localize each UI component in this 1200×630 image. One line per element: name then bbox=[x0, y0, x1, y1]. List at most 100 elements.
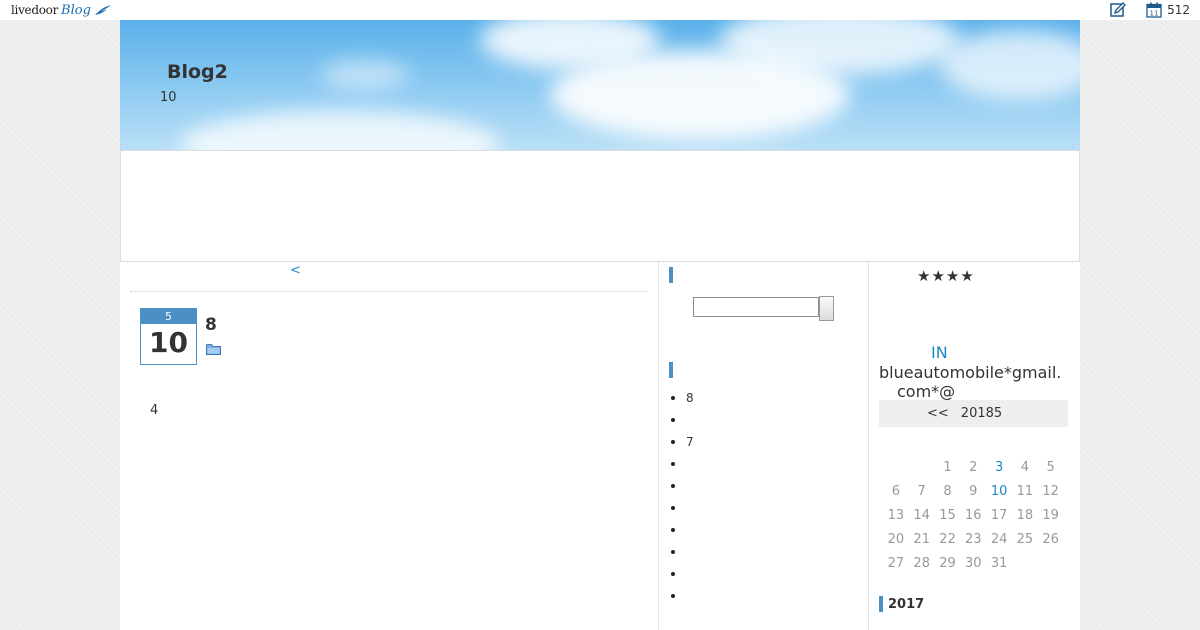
section-heading-mark bbox=[669, 362, 673, 378]
bullet bbox=[671, 550, 675, 554]
recent-articles-list: 8 7 bbox=[671, 387, 694, 607]
in-link[interactable]: IN bbox=[931, 343, 948, 362]
sidebar-middle: 8 7 bbox=[658, 262, 868, 630]
calendar-day: 21 bbox=[913, 531, 930, 547]
calendar-day: 29 bbox=[939, 555, 956, 571]
calendar-month-label: 20185 bbox=[960, 406, 1003, 421]
count-label: 512 bbox=[1167, 3, 1190, 17]
calendar-day: 24 bbox=[990, 531, 1008, 547]
list-item[interactable] bbox=[671, 585, 694, 607]
calendar-header: << 20185 bbox=[879, 400, 1068, 427]
calendar-week-row: 1 2345 bbox=[883, 455, 1065, 479]
list-item[interactable] bbox=[671, 409, 694, 431]
calendar-day: 14 bbox=[913, 507, 930, 523]
calendar-day: 2 bbox=[969, 459, 978, 475]
entry-date-month: 5 bbox=[141, 309, 196, 324]
edit-icon[interactable] bbox=[1110, 2, 1127, 18]
calendar-day: 13 bbox=[887, 507, 905, 523]
rating-stars: ★★★★ bbox=[917, 267, 975, 285]
list-item-label: 7 bbox=[686, 435, 694, 449]
calendar-day: 20 bbox=[887, 531, 905, 547]
calendar-day: 30 bbox=[965, 555, 982, 571]
blog-title[interactable]: Blog2 bbox=[167, 61, 228, 83]
bullet bbox=[671, 484, 675, 488]
list-item[interactable] bbox=[671, 497, 694, 519]
calendar-count[interactable]: 11 512 bbox=[1146, 2, 1190, 18]
calendar-day: 18 bbox=[1016, 507, 1034, 523]
calendar-week-row: 13 14 15 16 17 18 19 bbox=[883, 503, 1065, 527]
list-item[interactable]: 7 bbox=[671, 431, 694, 453]
list-item-label: 8 bbox=[686, 391, 694, 405]
prev-article-link[interactable]: < bbox=[290, 263, 301, 278]
search-input[interactable] bbox=[693, 297, 819, 317]
bullet bbox=[671, 594, 675, 598]
entry-date-day: 10 bbox=[149, 326, 188, 359]
calendar-day: 9 bbox=[969, 483, 978, 499]
bullet bbox=[671, 418, 675, 422]
calendar-day: 5 bbox=[1046, 459, 1055, 475]
calendar-day: 1 bbox=[943, 459, 952, 475]
archive-heading: 2017 bbox=[879, 596, 924, 612]
calendar-day[interactable]: 3 bbox=[986, 460, 1012, 475]
entry-date-badge: 5 10 bbox=[140, 308, 197, 365]
calendar-icon: 11 bbox=[1146, 2, 1162, 18]
calendar-week-row: 6 7 8 9 10 11 12 bbox=[883, 479, 1065, 503]
search-button[interactable] bbox=[819, 296, 834, 321]
bullet bbox=[671, 506, 675, 510]
entry-body-text: 4 bbox=[150, 403, 159, 418]
cloud bbox=[180, 110, 500, 150]
email-line-2: com*@ bbox=[897, 382, 956, 401]
contact-email: blueautomobile*gmail. com*@ bbox=[879, 363, 1074, 401]
blog-header: Blog2 10 bbox=[120, 20, 1080, 150]
calendar-grid: 1 2 3 4 5 6 7 8 9 10 11 12 13 14 15 16 17 18 19 20 21 22 23 24 2… bbox=[883, 455, 1065, 575]
livedoor-blog-logo[interactable]: livedoor Blog bbox=[11, 1, 112, 19]
calendar-day[interactable]: 10 bbox=[986, 484, 1012, 499]
folder-icon[interactable] bbox=[206, 343, 221, 355]
list-item[interactable] bbox=[671, 563, 694, 585]
calendar-day: 6 bbox=[891, 483, 901, 499]
calendar-day: 8 bbox=[943, 483, 952, 499]
sidebar-right: ★★★★ IN blueautomobile*gmail. com*@ << 2… bbox=[868, 262, 1080, 630]
calendar-day: 11 bbox=[1016, 483, 1034, 499]
main-column: < 5 10 8 4 bbox=[120, 262, 658, 630]
calendar-week-row: 20 21 22 23 24 25 26 bbox=[883, 527, 1065, 551]
list-item[interactable] bbox=[671, 519, 694, 541]
cloud bbox=[320, 60, 410, 90]
logo-text: livedoor bbox=[11, 3, 59, 17]
calendar-day: 16 bbox=[965, 507, 982, 523]
entry-title[interactable]: 8 bbox=[205, 315, 217, 335]
search-form bbox=[693, 296, 834, 321]
bullet bbox=[671, 440, 675, 444]
calendar-day: 12 bbox=[1042, 483, 1059, 499]
list-item[interactable] bbox=[671, 475, 694, 497]
archive-year-label[interactable]: 2017 bbox=[888, 597, 924, 612]
bullet bbox=[671, 396, 675, 400]
calendar-day: 4 bbox=[1020, 459, 1030, 475]
blog-description: 10 bbox=[160, 90, 177, 105]
calendar-day: 31 bbox=[990, 555, 1008, 571]
bullet bbox=[671, 462, 675, 466]
calendar-day: 23 bbox=[965, 531, 982, 547]
bird-icon bbox=[94, 5, 111, 15]
calendar-day: 15 bbox=[939, 507, 956, 523]
calendar-day: 28 bbox=[913, 555, 930, 571]
calendar-day: 26 bbox=[1042, 531, 1059, 547]
calendar-day: 25 bbox=[1016, 531, 1034, 547]
list-item[interactable] bbox=[671, 453, 694, 475]
calendar-day: 19 bbox=[1042, 507, 1059, 523]
svg-text:11: 11 bbox=[1150, 10, 1159, 18]
calendar-day: 17 bbox=[990, 507, 1008, 523]
list-item[interactable]: 8 bbox=[671, 387, 694, 409]
email-line-1: blueautomobile*gmail. bbox=[879, 363, 1062, 382]
bullet bbox=[671, 572, 675, 576]
blog-page: Blog2 10 < 5 10 8 4 8 7 ★★★★ IN blueauto… bbox=[120, 20, 1080, 630]
cloud bbox=[940, 30, 1080, 100]
section-heading-mark bbox=[669, 267, 673, 283]
calendar-prev-link[interactable]: << bbox=[927, 406, 949, 421]
calendar-day: 7 bbox=[917, 483, 926, 499]
top-bar: livedoor Blog 11 512 bbox=[0, 0, 1200, 20]
ad-banner-area bbox=[120, 150, 1080, 262]
bullet bbox=[671, 528, 675, 532]
list-item[interactable] bbox=[671, 541, 694, 563]
calendar-week-row: 27 28 29 30 31 bbox=[883, 551, 1065, 575]
